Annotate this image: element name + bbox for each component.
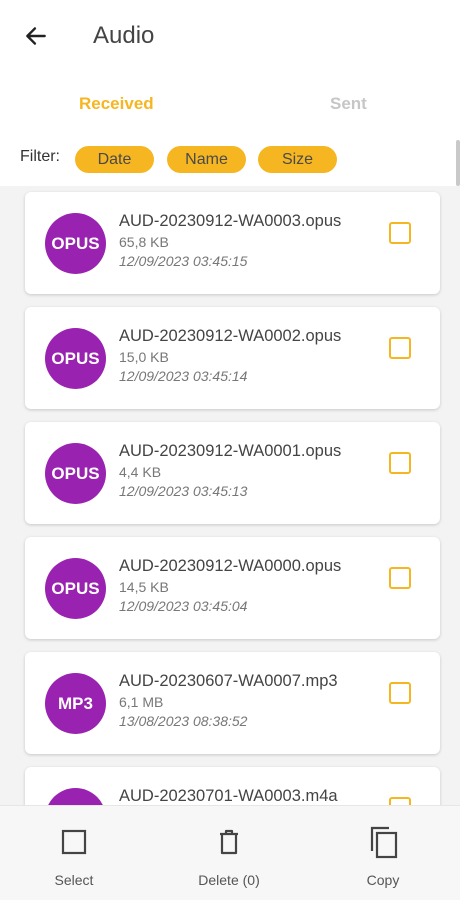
file-size: 65,8 KB bbox=[119, 234, 169, 250]
file-type-badge: OPUS bbox=[45, 213, 106, 274]
copy-icon bbox=[370, 826, 398, 859]
back-button[interactable] bbox=[20, 20, 52, 52]
file-card[interactable]: OPUS AUD-20230912-WA0001.opus 4,4 KB 12/… bbox=[25, 422, 440, 524]
file-list: OPUS AUD-20230912-WA0003.opus 65,8 KB 12… bbox=[0, 186, 460, 805]
scrollbar[interactable] bbox=[456, 140, 460, 186]
tab-sent[interactable]: Sent bbox=[330, 94, 367, 114]
select-checkbox[interactable] bbox=[389, 222, 411, 244]
delete-button[interactable]: Delete (0) bbox=[174, 824, 284, 888]
filter-chip-size[interactable]: Size bbox=[258, 146, 337, 173]
file-size: 4,4 KB bbox=[119, 464, 162, 480]
bottom-action-bar: Select Delete (0) Copy bbox=[0, 805, 460, 900]
file-type-badge bbox=[45, 788, 106, 805]
select-checkbox[interactable] bbox=[389, 337, 411, 359]
file-date: 12/09/2023 03:45:04 bbox=[119, 598, 248, 614]
file-date: 13/08/2023 08:38:52 bbox=[119, 713, 248, 729]
select-button[interactable]: Select bbox=[19, 824, 129, 888]
select-checkbox[interactable] bbox=[389, 567, 411, 589]
file-name: AUD-20230701-WA0003.m4a bbox=[119, 787, 338, 805]
tab-bar: Received Sent bbox=[0, 86, 460, 122]
file-date: 12/09/2023 03:45:14 bbox=[119, 368, 248, 384]
file-name: AUD-20230607-WA0007.mp3 bbox=[119, 672, 338, 690]
filter-chip-name[interactable]: Name bbox=[167, 146, 246, 173]
file-card[interactable]: AUD-20230701-WA0003.m4a bbox=[25, 767, 440, 805]
file-size: 14,5 KB bbox=[119, 579, 169, 595]
filter-label: Filter: bbox=[20, 148, 60, 165]
filter-chip-date[interactable]: Date bbox=[75, 146, 154, 173]
file-name: AUD-20230912-WA0000.opus bbox=[119, 557, 342, 575]
select-label: Select bbox=[54, 872, 94, 888]
file-name: AUD-20230912-WA0001.opus bbox=[119, 442, 342, 460]
delete-label: Delete (0) bbox=[198, 872, 260, 888]
file-date: 12/09/2023 03:45:15 bbox=[119, 253, 248, 269]
page-title: Audio bbox=[93, 22, 155, 49]
file-type-badge: OPUS bbox=[45, 558, 106, 619]
file-card[interactable]: OPUS AUD-20230912-WA0002.opus 15,0 KB 12… bbox=[25, 307, 440, 409]
app-header: Audio bbox=[0, 0, 460, 72]
square-outline-icon bbox=[61, 829, 87, 855]
select-checkbox[interactable] bbox=[389, 797, 411, 805]
copy-button[interactable]: Copy bbox=[328, 824, 438, 888]
file-type-badge: MP3 bbox=[45, 673, 106, 734]
trash-icon bbox=[220, 829, 238, 855]
file-size: 6,1 MB bbox=[119, 694, 164, 710]
file-name: AUD-20230912-WA0002.opus bbox=[119, 327, 342, 345]
filter-row: Filter: Date Name Size bbox=[0, 140, 460, 180]
file-card[interactable]: MP3 AUD-20230607-WA0007.mp3 6,1 MB 13/08… bbox=[25, 652, 440, 754]
file-size: 15,0 KB bbox=[119, 349, 169, 365]
file-card[interactable]: OPUS AUD-20230912-WA0000.opus 14,5 KB 12… bbox=[25, 537, 440, 639]
file-card[interactable]: OPUS AUD-20230912-WA0003.opus 65,8 KB 12… bbox=[25, 192, 440, 294]
select-checkbox[interactable] bbox=[389, 682, 411, 704]
file-type-badge: OPUS bbox=[45, 443, 106, 504]
copy-label: Copy bbox=[366, 872, 400, 888]
tab-received[interactable]: Received bbox=[79, 94, 154, 114]
file-type-badge: OPUS bbox=[45, 328, 106, 389]
arrow-left-icon bbox=[26, 27, 46, 45]
file-name: AUD-20230912-WA0003.opus bbox=[119, 212, 342, 230]
select-checkbox[interactable] bbox=[389, 452, 411, 474]
file-date: 12/09/2023 03:45:13 bbox=[119, 483, 248, 499]
